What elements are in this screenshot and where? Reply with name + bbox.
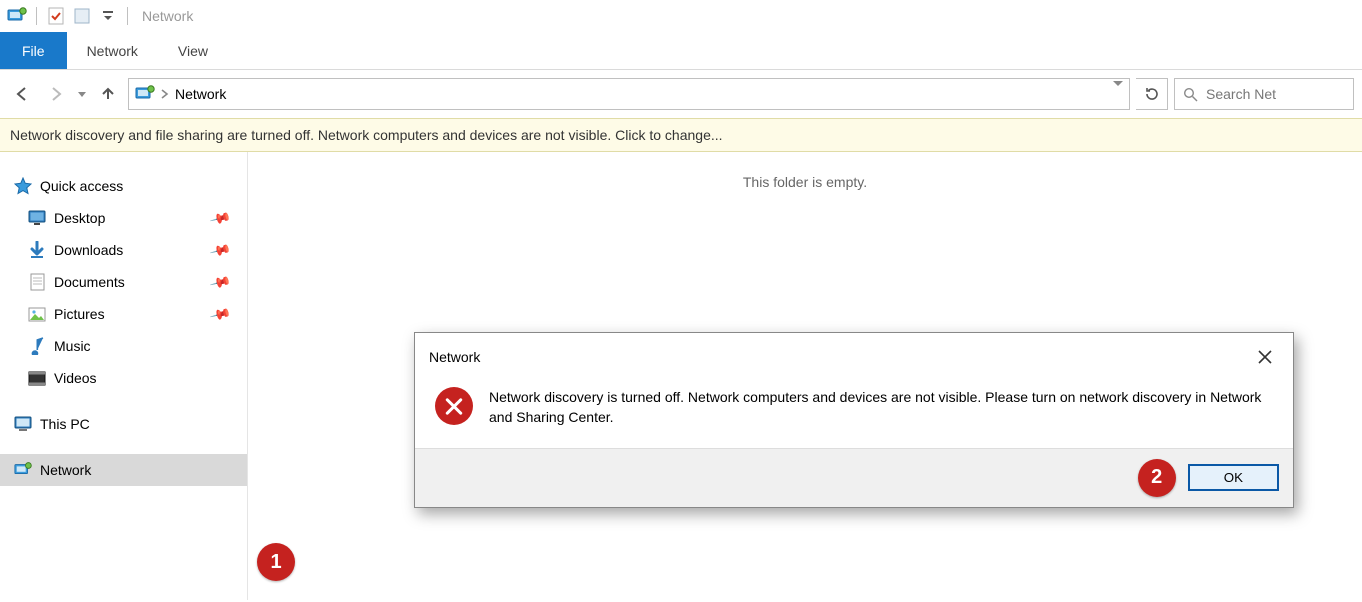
downloads-icon (28, 241, 46, 259)
sidebar-item-this-pc[interactable]: This PC (0, 408, 247, 440)
network-icon (135, 85, 155, 103)
pictures-icon (28, 305, 46, 323)
address-bar[interactable]: Network (128, 78, 1130, 110)
sidebar-item-desktop[interactable]: Desktop 📌 (0, 202, 247, 234)
sidebar-label: Desktop (54, 210, 105, 226)
address-history-dropdown[interactable] (1113, 86, 1123, 102)
dialog: Network Network discovery is turned off.… (414, 332, 1294, 508)
window-title: Network (142, 8, 193, 24)
sidebar-label: Videos (54, 370, 97, 386)
dialog-title: Network (429, 349, 480, 365)
sidebar-item-videos[interactable]: Videos (0, 362, 247, 394)
ribbon-tab-file[interactable]: File (0, 32, 67, 69)
sidebar: Quick access Desktop 📌 Downloads 📌 Docum… (0, 152, 248, 600)
titlebar: Network (0, 0, 1362, 32)
refresh-button[interactable] (1136, 78, 1168, 110)
separator (127, 7, 128, 25)
sidebar-label: Pictures (54, 306, 105, 322)
documents-icon (28, 273, 46, 291)
sidebar-item-documents[interactable]: Documents 📌 (0, 266, 247, 298)
sidebar-item-pictures[interactable]: Pictures 📌 (0, 298, 247, 330)
nav-forward-button[interactable] (42, 80, 70, 108)
desktop-icon (28, 209, 46, 227)
dialog-body: Network discovery is turned off. Network… (415, 381, 1293, 448)
nav-history-dropdown[interactable] (76, 92, 88, 97)
dialog-titlebar: Network (415, 333, 1293, 381)
callout-badge-1: 1 (257, 543, 295, 581)
sidebar-item-music[interactable]: Music (0, 330, 247, 362)
this-pc-icon (14, 415, 32, 433)
sidebar-item-downloads[interactable]: Downloads 📌 (0, 234, 247, 266)
nav-up-button[interactable] (94, 80, 122, 108)
nav-row: Network Search Net (0, 70, 1362, 118)
ribbon-tab-network[interactable]: Network (67, 32, 158, 69)
sidebar-label: This PC (40, 416, 90, 432)
sidebar-item-network[interactable]: Network (0, 454, 247, 486)
breadcrumb-caret-icon[interactable] (161, 89, 169, 99)
callout-badge-2: 2 (1138, 459, 1176, 497)
music-icon (28, 337, 46, 355)
pin-icon: 📌 (208, 239, 232, 262)
videos-icon (28, 369, 46, 387)
ribbon-tab-view[interactable]: View (158, 32, 228, 69)
dialog-ok-button[interactable]: OK (1188, 464, 1279, 491)
sidebar-label: Network (40, 462, 91, 478)
nav-back-button[interactable] (8, 80, 36, 108)
qat-properties-icon[interactable] (45, 5, 67, 27)
error-icon (435, 387, 473, 425)
ribbon: File Network View (0, 32, 1362, 70)
pin-icon: 📌 (208, 271, 232, 294)
pin-icon: 📌 (208, 207, 232, 230)
sidebar-label: Quick access (40, 178, 123, 194)
info-bar[interactable]: Network discovery and file sharing are t… (0, 118, 1362, 152)
quick-access-icon (14, 177, 32, 195)
dialog-message: Network discovery is turned off. Network… (489, 387, 1273, 428)
sidebar-item-quick-access[interactable]: Quick access (0, 170, 247, 202)
info-bar-text: Network discovery and file sharing are t… (10, 127, 723, 143)
sidebar-label: Downloads (54, 242, 123, 258)
dialog-close-button[interactable] (1251, 343, 1279, 371)
breadcrumb-item-network[interactable]: Network (175, 86, 226, 102)
dialog-footer: 2 OK (415, 448, 1293, 507)
qat-newfolder-icon[interactable] (71, 5, 93, 27)
network-icon (14, 461, 32, 479)
search-placeholder: Search Net (1206, 86, 1276, 102)
sidebar-label: Music (54, 338, 91, 354)
app-icon (6, 5, 28, 27)
sidebar-label: Documents (54, 274, 125, 290)
pin-icon: 📌 (208, 303, 232, 326)
separator (36, 7, 37, 25)
search-input[interactable]: Search Net (1174, 78, 1354, 110)
search-icon (1183, 87, 1198, 102)
qat-customize-dropdown[interactable] (97, 5, 119, 27)
